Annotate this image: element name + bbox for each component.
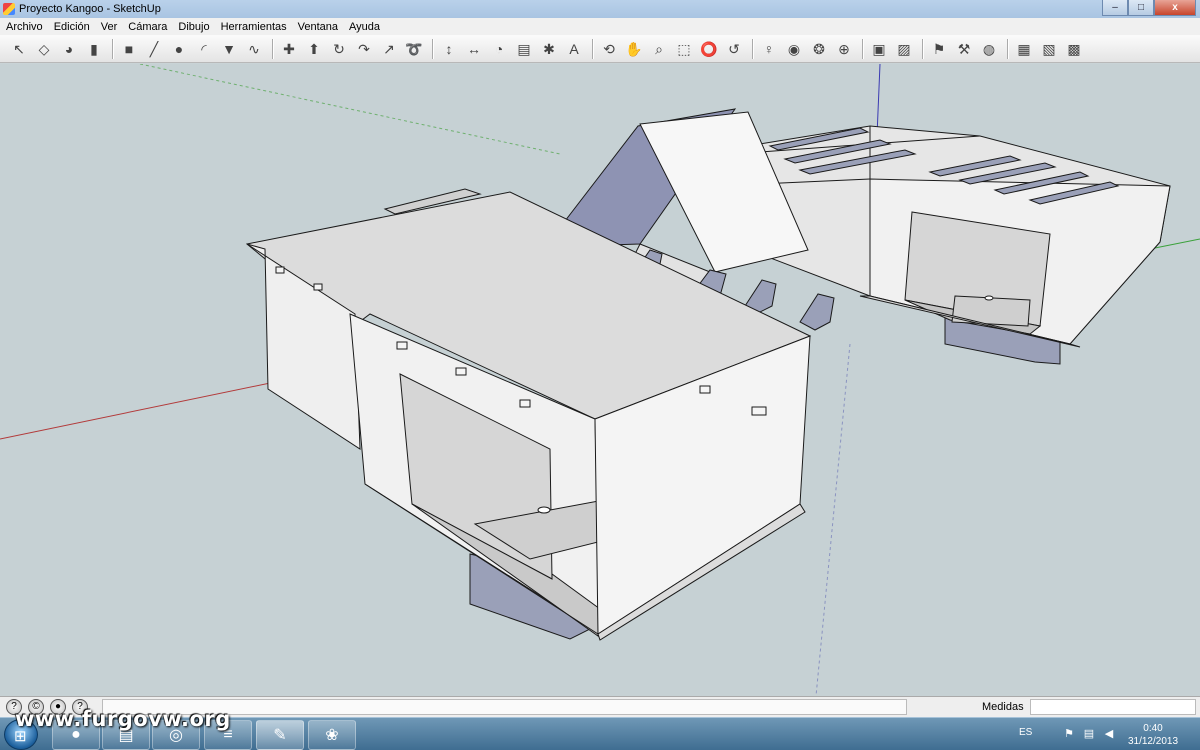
volume-icon[interactable]: ◀ <box>1102 727 1116 741</box>
previous-view-icon[interactable]: ↺ <box>723 38 745 60</box>
green-axis-dashed <box>139 64 561 155</box>
protractor-icon[interactable]: ◔ <box>488 38 510 60</box>
make-component-icon[interactable]: ◇ <box>33 38 55 60</box>
menu-archivo[interactable]: Archivo <box>6 21 43 33</box>
zoom-extents-icon[interactable]: ⭕ <box>698 38 720 60</box>
menu-cámara[interactable]: Cámara <box>128 21 167 33</box>
toolbar-separator <box>432 38 434 59</box>
title-bar[interactable]: Proyecto Kangoo - SketchUp – □ x <box>0 0 1200 18</box>
add-location-icon[interactable]: ⚑ <box>928 38 950 60</box>
watermark: www.furgovw.org <box>15 707 231 731</box>
offset-tool-icon[interactable]: ➰ <box>403 38 425 60</box>
sketchup-task-icon[interactable]: ✎ <box>256 720 304 750</box>
push-pull-icon[interactable]: ⬆ <box>303 38 325 60</box>
pan-tool-icon[interactable]: ✋ <box>623 38 645 60</box>
orbit-tool-icon[interactable]: ⟲ <box>598 38 620 60</box>
menu-ver[interactable]: Ver <box>101 21 118 33</box>
arc-tool-icon[interactable]: ◜ <box>193 38 215 60</box>
toolbar-separator <box>272 38 274 59</box>
flag-icon[interactable]: ⚑ <box>1062 727 1076 741</box>
main-toolbar: ↖ ◇ ◕ ▮ ■ ╱ ● ◜ ▼ ∿ ✚ ⬆ ↻ ↷ ↗ ➰ ↕ ↔ ◔ ▤ ✱ A ⟲ ✋ ⌕ ⬚ ⭕ ↺ ♀ ◉ ❂ ⊕ ▣ ▨ ⚑ ⚒ ◍ ▦ ▧ ▩ <box>0 35 1200 63</box>
text-tool-icon[interactable]: ▤ <box>513 38 535 60</box>
polygon-tool-icon[interactable]: ▼ <box>218 38 240 60</box>
menu-edición[interactable]: Edición <box>54 21 90 33</box>
line-tool-icon[interactable]: ╱ <box>143 38 165 60</box>
warehouse-icon[interactable]: ▦ <box>1013 38 1035 60</box>
rectangle-tool-icon[interactable]: ■ <box>118 38 140 60</box>
get-models-icon[interactable]: ▣ <box>868 38 890 60</box>
clock[interactable]: 0:40 31/12/2013 <box>1124 722 1182 748</box>
paint-task-icon[interactable]: ❀ <box>308 720 356 750</box>
clock-date: 31/12/2013 <box>1127 736 1179 747</box>
model-canvas[interactable] <box>0 64 1200 696</box>
menu-dibujo[interactable]: Dibujo <box>178 21 209 33</box>
walk-tool-icon[interactable]: ❂ <box>808 38 830 60</box>
toolbar-separator <box>112 38 114 59</box>
measure-label: Medidas <box>982 701 1024 713</box>
paint-bucket-icon[interactable]: ◕ <box>58 38 80 60</box>
freehand-tool-icon[interactable]: ∿ <box>243 38 265 60</box>
menu-ventana[interactable]: Ventana <box>298 21 338 33</box>
axes-tool-icon[interactable]: ✱ <box>538 38 560 60</box>
3d-text-icon[interactable]: A <box>563 38 585 60</box>
look-around-icon[interactable]: ◉ <box>783 38 805 60</box>
component-share-icon[interactable]: ▧ <box>1038 38 1060 60</box>
section-plane-icon[interactable]: ⊕ <box>833 38 855 60</box>
circle-tool-icon[interactable]: ● <box>168 38 190 60</box>
toolbar-separator <box>922 38 924 59</box>
follow-me-icon[interactable]: ↷ <box>353 38 375 60</box>
google-earth-icon[interactable]: ◍ <box>978 38 1000 60</box>
dimension-tool-icon[interactable]: ↔ <box>463 38 485 60</box>
toolbar-separator <box>862 38 864 59</box>
menu-ayuda[interactable]: Ayuda <box>349 21 380 33</box>
eraser-icon[interactable]: ▮ <box>83 38 105 60</box>
language-indicator[interactable]: ES <box>1019 727 1032 738</box>
move-tool-icon[interactable]: ✚ <box>278 38 300 60</box>
minimize-button[interactable]: – <box>1102 0 1128 16</box>
clock-time: 0:40 <box>1143 723 1163 734</box>
sketchup-logo-icon <box>3 3 15 15</box>
toolbar-separator <box>752 38 754 59</box>
position-camera-icon[interactable]: ♀ <box>758 38 780 60</box>
zoom-window-icon[interactable]: ⬚ <box>673 38 695 60</box>
maximize-button[interactable]: □ <box>1128 0 1154 16</box>
sketchup-window: Proyecto Kangoo - SketchUp – □ x Archivo… <box>0 0 1200 717</box>
select-tool-icon[interactable]: ↖ <box>8 38 30 60</box>
share-model-icon[interactable]: ▨ <box>893 38 915 60</box>
measure-input[interactable] <box>1030 699 1196 715</box>
toolbar-separator <box>1007 38 1009 59</box>
blue-axis-dashed <box>815 343 851 696</box>
rotate-tool-icon[interactable]: ↻ <box>328 38 350 60</box>
close-button[interactable]: x <box>1154 0 1196 16</box>
network-icon[interactable]: ▤ <box>1082 727 1096 741</box>
menu-bar: Archivo Edición Ver Cámara Dibujo Herramienta… <box>0 18 1200 35</box>
right-cabinet <box>759 125 1171 365</box>
tape-measure-icon[interactable]: ↕ <box>438 38 460 60</box>
window-title: Proyecto Kangoo - SketchUp <box>19 3 161 15</box>
menu-herramientas[interactable]: Herramientas <box>221 21 287 33</box>
toggle-terrain-icon[interactable]: ⚒ <box>953 38 975 60</box>
toolbar-separator <box>592 38 594 59</box>
zoom-tool-icon[interactable]: ⌕ <box>648 38 670 60</box>
3d-viewport[interactable] <box>0 64 1200 696</box>
scale-tool-icon[interactable]: ↗ <box>378 38 400 60</box>
extension-icon[interactable]: ▩ <box>1063 38 1085 60</box>
